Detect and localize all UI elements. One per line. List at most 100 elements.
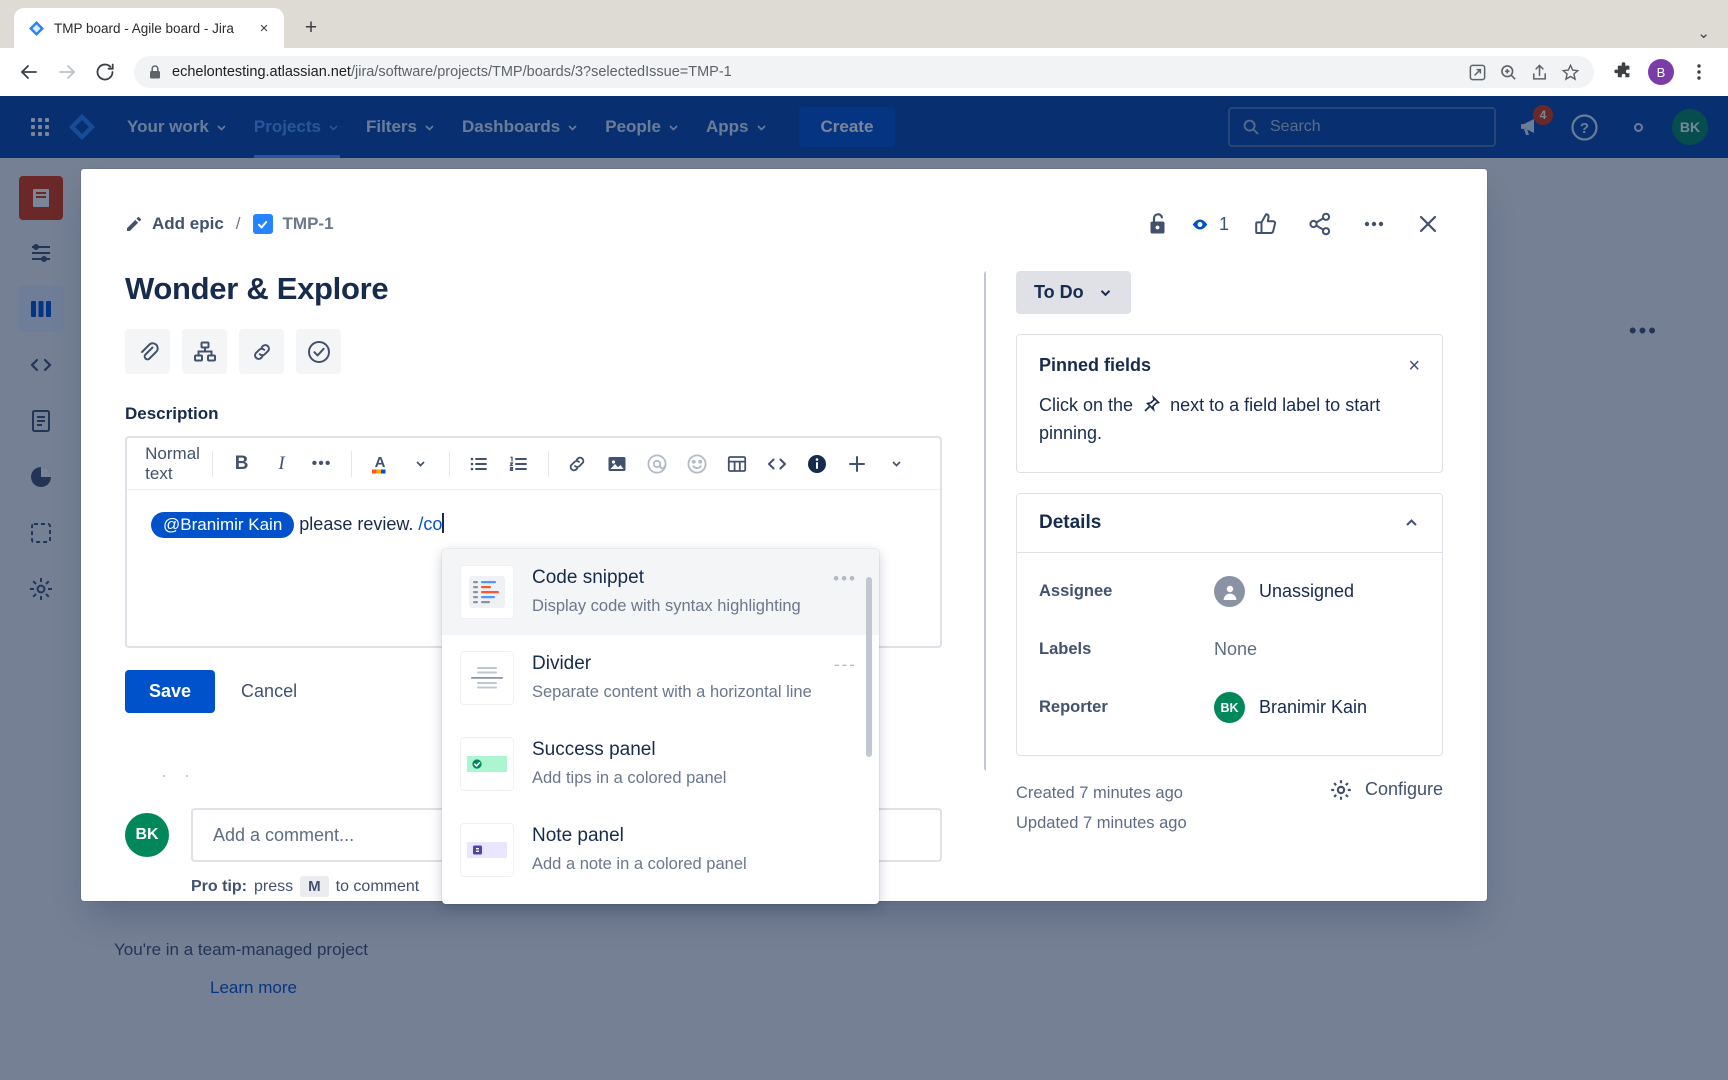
mention-chip[interactable]: @Branimir Kain — [151, 512, 294, 538]
url-path: /jira/software/projects/TMP/boards/3?sel… — [351, 64, 732, 80]
details-header[interactable]: Details — [1017, 494, 1442, 553]
slash-menu-scrollbar[interactable] — [866, 577, 872, 889]
field-value-reporter[interactable]: BK Branimir Kain — [1214, 692, 1367, 723]
back-icon[interactable] — [12, 55, 46, 89]
quick-actions-toolbar — [125, 329, 942, 374]
code-button[interactable] — [758, 445, 796, 483]
reload-icon[interactable] — [88, 55, 122, 89]
configure-button[interactable]: Configure — [1329, 778, 1443, 802]
issue-sidebar: To Do Pinned fields × Click on the next … — [986, 249, 1487, 901]
configure-label: Configure — [1365, 779, 1443, 800]
chevron-down-icon[interactable]: ⌄ — [1697, 24, 1710, 42]
open-in-app-icon[interactable] — [1468, 63, 1487, 82]
text-color-button[interactable]: A — [361, 445, 399, 483]
timestamps: Created 7 minutes ago Updated 7 minutes … — [1016, 778, 1187, 839]
scrollbar-thumb[interactable] — [866, 577, 872, 757]
pencil-icon — [125, 215, 143, 233]
save-button[interactable]: Save — [125, 670, 215, 713]
close-icon[interactable]: × — [1408, 355, 1420, 378]
slash-item-hint: --- — [834, 655, 857, 675]
address-bar[interactable]: echelontesting.atlassian.net/jira/softwa… — [134, 56, 1594, 88]
pro-tip-prefix: Pro tip: — [191, 878, 247, 896]
numbered-list-button[interactable] — [500, 445, 538, 483]
pin-icon — [1142, 395, 1161, 414]
close-icon[interactable]: × — [254, 18, 274, 38]
modal-header-actions: 1 — [1137, 203, 1449, 245]
mention-button[interactable] — [638, 445, 676, 483]
link-button[interactable] — [558, 445, 596, 483]
bulleted-list-button[interactable] — [460, 445, 498, 483]
close-icon — [1415, 211, 1441, 237]
italic-button[interactable]: I — [263, 445, 301, 483]
insert-more-button[interactable] — [838, 445, 876, 483]
zoom-icon[interactable] — [1499, 63, 1518, 82]
chevron-up-icon[interactable] — [1403, 514, 1420, 531]
breadcrumb: Add epic / TMP-1 — [125, 214, 334, 234]
issue-title[interactable]: Wonder & Explore — [125, 271, 942, 307]
text-color-dropdown[interactable] — [401, 445, 439, 483]
issue-key-link[interactable]: TMP-1 — [253, 214, 334, 234]
field-value-assignee[interactable]: Unassigned — [1214, 576, 1354, 607]
slash-command-menu[interactable]: Code snippet Display code with syntax hi… — [442, 549, 879, 904]
close-modal-button[interactable] — [1407, 203, 1449, 245]
reporter-avatar: BK — [1214, 692, 1245, 723]
add-item-icon[interactable] — [296, 329, 341, 374]
avatar: B — [1648, 59, 1674, 85]
like-button[interactable] — [1245, 203, 1287, 245]
attach-icon[interactable] — [125, 329, 170, 374]
slash-command-text: /co — [418, 514, 442, 534]
scrollbar-thumb[interactable] — [984, 271, 986, 771]
bold-button[interactable]: B — [223, 445, 261, 483]
more-actions-button[interactable] — [1353, 203, 1395, 245]
field-label: Reporter — [1039, 698, 1214, 717]
more-formatting-button[interactable]: ••• — [303, 445, 341, 483]
keyboard-shortcut-key: M — [300, 876, 329, 897]
emoji-button[interactable] — [678, 445, 716, 483]
created-time: Created 7 minutes ago — [1016, 778, 1187, 809]
field-label: Labels — [1039, 640, 1214, 659]
block-type-dropdown[interactable]: Normal text — [141, 445, 212, 483]
info-panel-button[interactable] — [798, 445, 836, 483]
browser-tab[interactable]: TMP board - Agile board - Jira × — [14, 8, 284, 48]
link-icon[interactable] — [239, 329, 284, 374]
field-row-reporter: Reporter BK Branimir Kain — [1039, 679, 1420, 737]
chevron-down-icon — [414, 457, 427, 470]
forward-icon[interactable] — [50, 55, 84, 89]
watch-button[interactable]: 1 — [1191, 203, 1233, 245]
browser-toolbar: echelontesting.atlassian.net/jira/softwa… — [0, 48, 1728, 96]
comment-placeholder: Add a comment... — [213, 825, 354, 846]
slash-menu-item-note-panel[interactable]: Note panel Add a note in a colored panel — [442, 807, 879, 893]
image-button[interactable] — [598, 445, 636, 483]
main-scrollbar[interactable] — [984, 271, 986, 897]
slash-menu-item-divider[interactable]: Divider Separate content with a horizont… — [442, 635, 879, 721]
cancel-button[interactable]: Cancel — [241, 681, 297, 702]
child-issue-icon[interactable] — [182, 329, 227, 374]
profile-avatar[interactable]: B — [1644, 55, 1678, 89]
status-dropdown[interactable]: To Do — [1016, 271, 1131, 314]
share-icon[interactable] — [1530, 63, 1549, 82]
new-tab-button[interactable]: + — [294, 11, 328, 45]
share-button[interactable] — [1299, 203, 1341, 245]
browser-window: TMP board - Agile board - Jira × + ⌄ ech… — [0, 0, 1728, 1080]
extensions-icon[interactable] — [1606, 55, 1640, 89]
chevron-down-icon — [890, 457, 903, 470]
modal-header: Add epic / TMP-1 1 — [81, 169, 1487, 249]
success-panel-icon — [460, 737, 514, 791]
table-button[interactable] — [718, 445, 756, 483]
lock-icon — [148, 64, 162, 80]
bookmark-star-icon[interactable] — [1561, 63, 1580, 82]
labels-value[interactable]: None — [1214, 639, 1257, 660]
slash-item-title: Divider — [532, 653, 591, 674]
tab-strip: TMP board - Agile board - Jira × + ⌄ — [0, 0, 1728, 48]
slash-menu-item-code-snippet[interactable]: Code snippet Display code with syntax hi… — [442, 549, 879, 635]
add-epic-button[interactable]: Add epic — [125, 214, 224, 234]
text-color-group: A — [351, 445, 449, 483]
breadcrumb-separator: / — [236, 214, 241, 234]
slash-menu-item-success-panel[interactable]: Success panel Add tips in a colored pane… — [442, 721, 879, 807]
slash-item-hint: ••• — [833, 569, 857, 589]
details-title: Details — [1039, 512, 1101, 534]
restrict-access-button[interactable] — [1137, 203, 1179, 245]
chrome-menu-icon[interactable] — [1682, 55, 1716, 89]
insert-more-dropdown[interactable] — [878, 445, 916, 483]
updated-time: Updated 7 minutes ago — [1016, 808, 1187, 839]
